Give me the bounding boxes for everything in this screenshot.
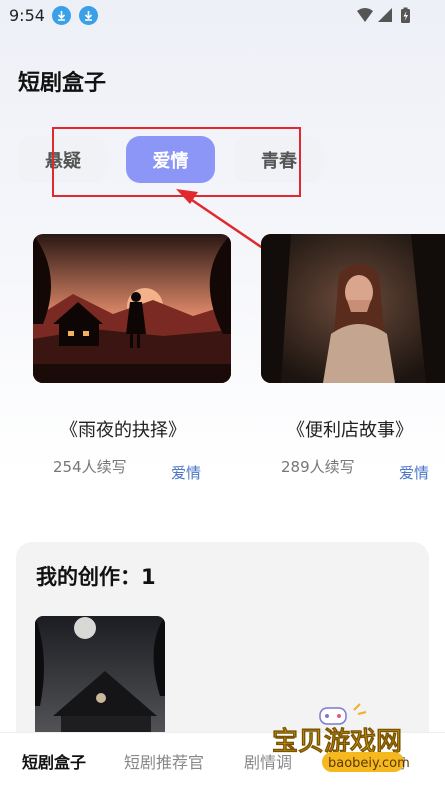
download-icon: [79, 6, 98, 25]
story-card-cover[interactable]: [261, 234, 445, 383]
story-card-cover[interactable]: [33, 234, 231, 383]
story-title[interactable]: 《便利店故事》: [287, 416, 413, 442]
genre-tag[interactable]: 爱情: [171, 462, 201, 483]
annotation-highlight-box: [52, 127, 301, 197]
system-icons: [357, 7, 410, 23]
continuation-count: 254人续写: [53, 458, 127, 476]
download-icon: [52, 6, 71, 25]
story-title[interactable]: 《雨夜的抉择》: [60, 416, 186, 442]
svg-text:baobeiy.com: baobeiy.com: [328, 756, 410, 771]
status-bar: 9:54: [0, 0, 445, 32]
nav-item-home[interactable]: 短剧盒子: [22, 749, 86, 773]
page-title: 短剧盒子: [18, 71, 107, 96]
my-creations-title: 我的创作：1: [36, 565, 156, 589]
rainy-night-cover-image: [33, 234, 231, 383]
genre-tag[interactable]: 爱情: [399, 462, 429, 483]
nav-item-recommender[interactable]: 短剧推荐官: [124, 749, 204, 773]
status-time: 9:54: [9, 6, 45, 25]
watermark-logo: 宝贝游戏网 baobeiy.com: [272, 703, 410, 772]
cell-signal-icon: [378, 8, 392, 22]
wifi-icon: [357, 8, 373, 22]
continuation-count: 289人续写: [281, 458, 355, 476]
convenience-store-cover-image: [261, 234, 445, 383]
